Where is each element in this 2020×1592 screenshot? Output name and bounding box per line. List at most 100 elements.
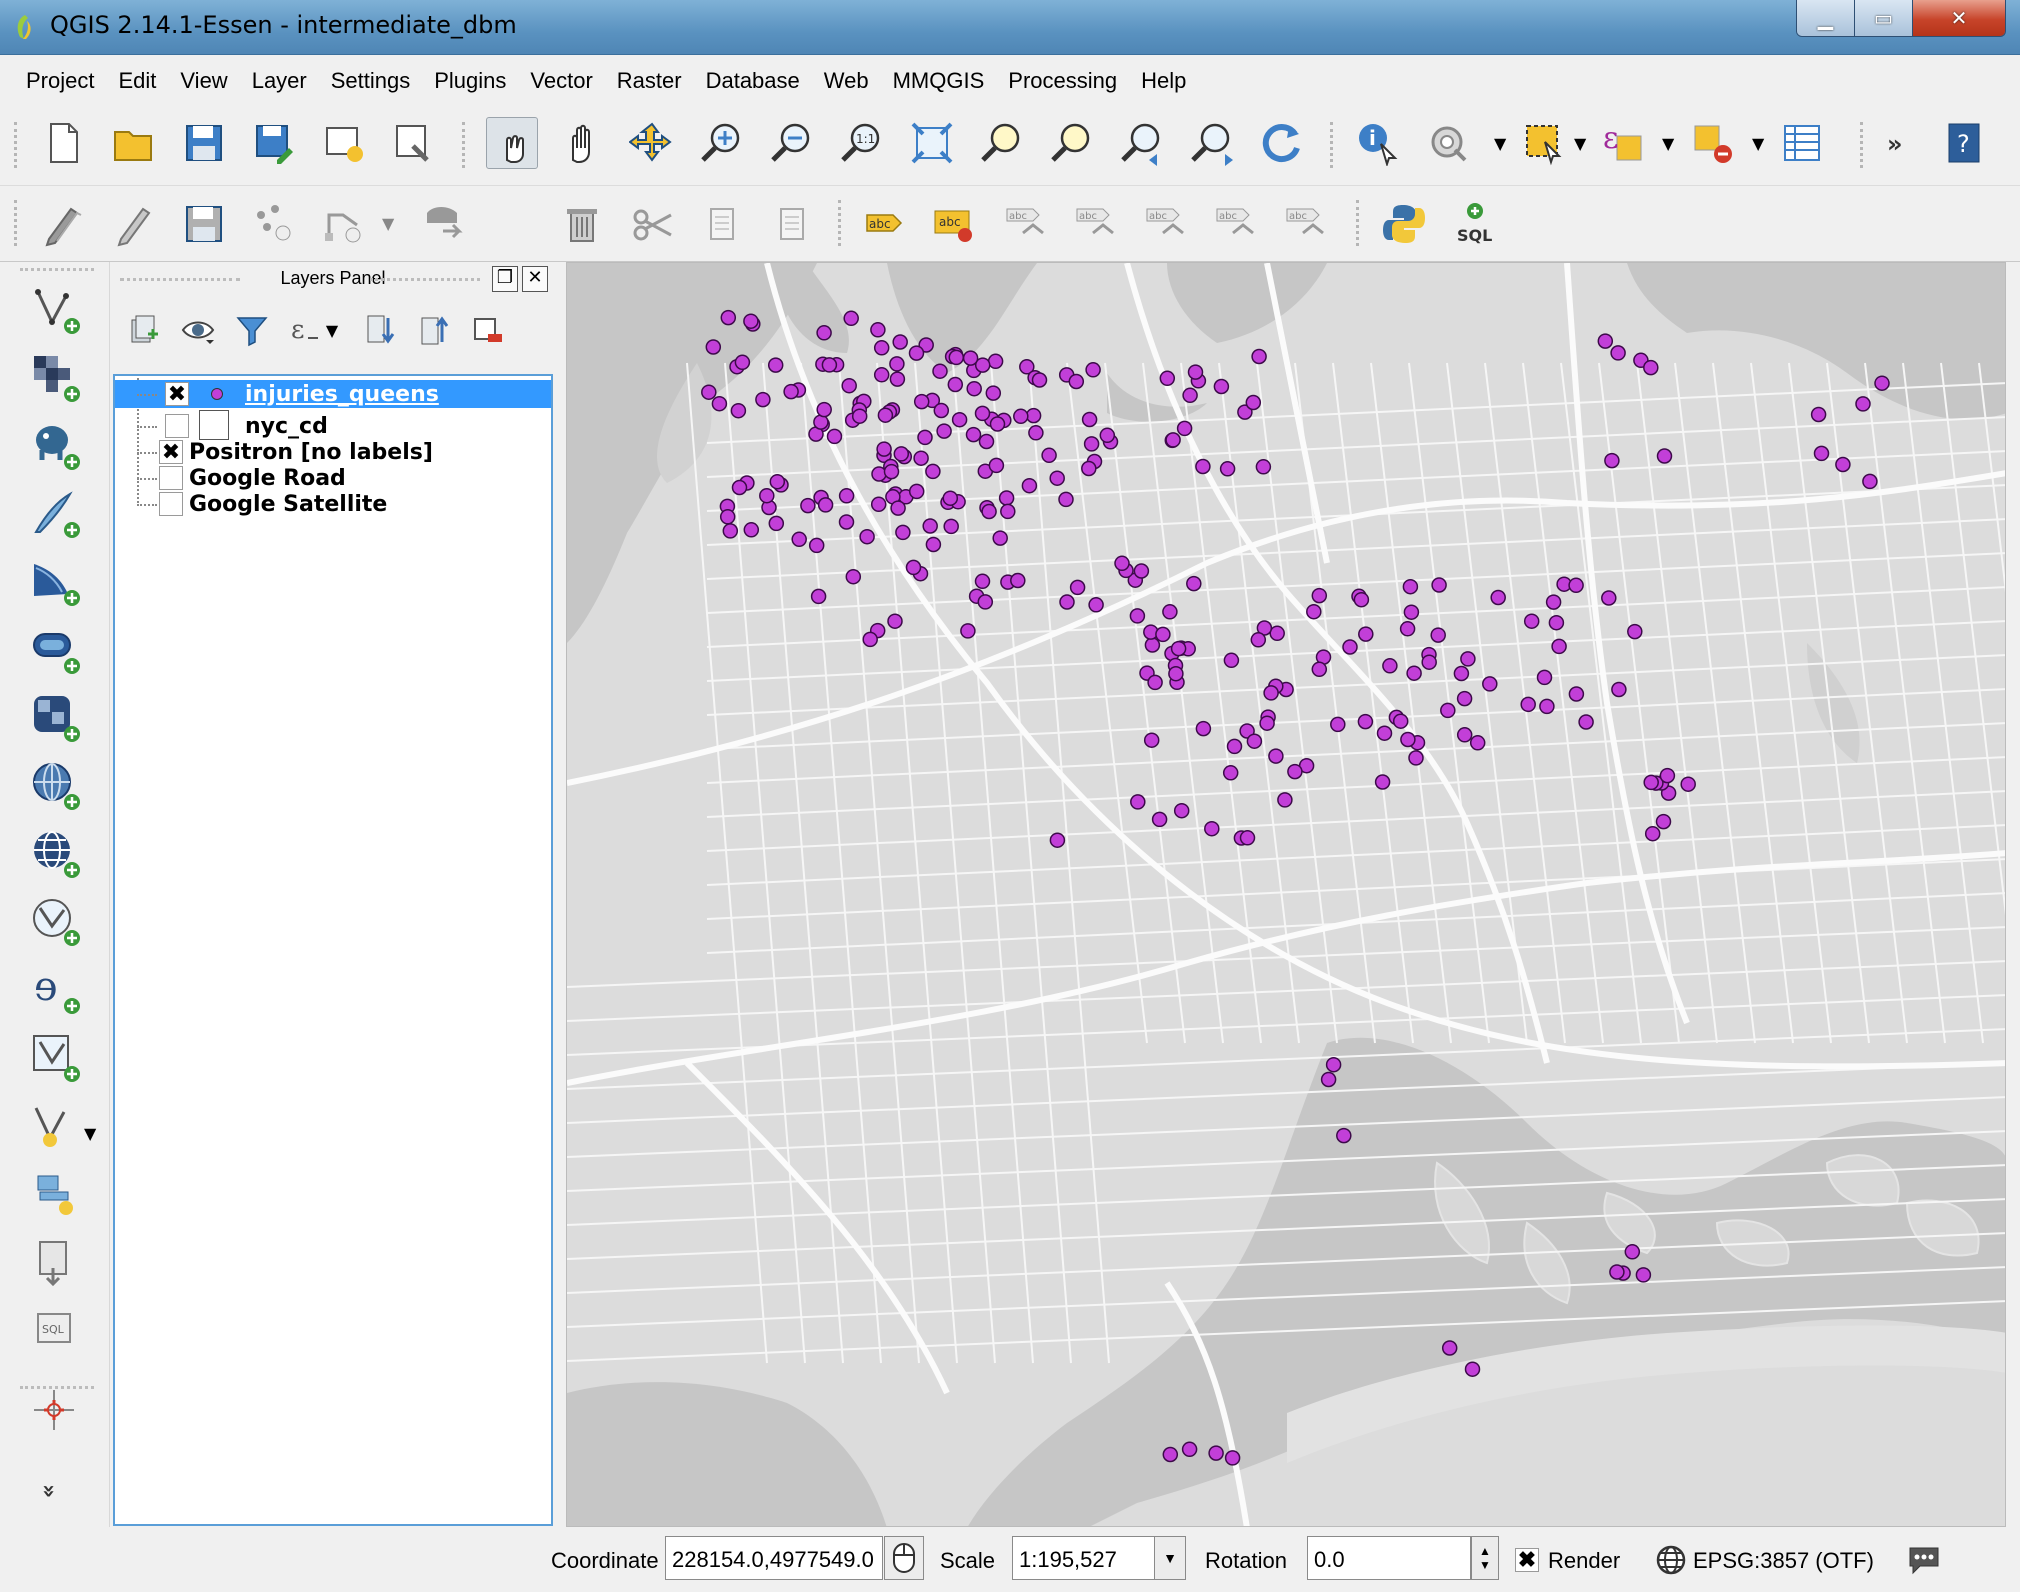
injury-point[interactable] (1810, 406, 1827, 423)
injury-point[interactable] (1643, 359, 1659, 376)
layer-labeling-button[interactable]: abc (858, 198, 910, 250)
save-edits-button[interactable] (178, 198, 230, 250)
expand-all-button[interactable] (360, 310, 400, 350)
add-mssql-layer-button[interactable] (28, 554, 84, 610)
injury-point[interactable] (913, 393, 930, 410)
injury-point[interactable] (800, 497, 816, 514)
injury-point[interactable] (1277, 792, 1293, 808)
injury-point[interactable] (974, 573, 991, 590)
injury-point[interactable] (705, 339, 722, 355)
add-vector-layer-button[interactable] (28, 282, 84, 338)
filter-legend-button[interactable] (232, 310, 272, 350)
injury-point[interactable] (851, 408, 868, 424)
maximize-button[interactable]: ▭ (1855, 0, 1913, 36)
injury-point[interactable] (769, 473, 786, 490)
layer-visibility-checkbox[interactable] (165, 414, 189, 438)
coordinate-field[interactable]: 228154.0,4977549.0 (665, 1536, 883, 1580)
injury-point[interactable] (1021, 477, 1038, 494)
injury-point[interactable] (1376, 725, 1393, 741)
injury-point[interactable] (1162, 1446, 1179, 1463)
injury-point[interactable] (974, 405, 991, 422)
injury-point[interactable] (987, 353, 1004, 370)
injury-point[interactable] (1159, 370, 1176, 387)
more-tools-button[interactable]: » (1872, 117, 1924, 169)
crs-globe-icon[interactable] (1655, 1544, 1687, 1582)
collapse-all-button[interactable] (414, 310, 454, 350)
new-print-composer-button[interactable] (318, 117, 370, 169)
select-features-button[interactable] (1518, 117, 1570, 169)
injury-point[interactable] (791, 531, 807, 548)
injury-point[interactable] (1168, 665, 1184, 682)
injury-point[interactable] (873, 340, 890, 356)
injury-point[interactable] (933, 402, 950, 419)
rotation-stepper[interactable]: ▲ ▼ (1471, 1536, 1499, 1580)
injury-point[interactable] (1311, 587, 1328, 604)
open-project-button[interactable] (108, 117, 160, 169)
menu-raster[interactable]: Raster (605, 68, 694, 94)
injury-point[interactable] (1453, 665, 1470, 682)
injury-point[interactable] (1604, 452, 1620, 469)
injury-point[interactable] (1609, 1264, 1625, 1280)
injury-point[interactable] (1133, 563, 1150, 579)
composer-manager-button[interactable] (388, 117, 440, 169)
injury-point[interactable] (1456, 727, 1473, 743)
injury-point[interactable] (1041, 447, 1057, 464)
injury-point[interactable] (925, 536, 942, 553)
injury-point[interactable] (947, 376, 964, 393)
injury-point[interactable] (1421, 654, 1437, 670)
injury-point[interactable] (1320, 1071, 1337, 1088)
injury-point[interactable] (1059, 594, 1075, 610)
injury-point[interactable] (1186, 575, 1202, 592)
injury-point[interactable] (1460, 651, 1476, 667)
injury-point[interactable] (1357, 713, 1374, 730)
chevron-down-icon[interactable]: ▼ (382, 214, 394, 233)
new-spatialite-button[interactable] (28, 1098, 84, 1154)
injury-point[interactable] (1223, 652, 1240, 669)
injury-point[interactable] (1408, 750, 1424, 766)
zoom-in-button[interactable] (696, 117, 748, 169)
injury-point[interactable] (1311, 661, 1328, 678)
injury-point[interactable] (1539, 698, 1555, 715)
injury-point[interactable] (768, 515, 785, 532)
refresh-button[interactable] (1256, 117, 1308, 169)
injury-point[interactable] (1069, 579, 1086, 596)
copy-features-button[interactable] (696, 198, 748, 250)
injury-point[interactable] (1610, 345, 1626, 361)
injury-point[interactable] (1269, 625, 1285, 642)
injury-point[interactable] (1255, 459, 1272, 475)
injury-point[interactable] (988, 457, 1005, 474)
injury-point[interactable] (1680, 776, 1696, 792)
injury-point[interactable] (1611, 681, 1627, 698)
float-panel-button[interactable]: ❐ (492, 266, 518, 292)
injury-point[interactable] (1162, 604, 1178, 620)
injury-point[interactable] (808, 537, 825, 554)
move-feature-button[interactable] (418, 198, 470, 250)
injury-point[interactable] (701, 384, 717, 400)
add-wfs-layer-button[interactable] (28, 826, 84, 882)
add-feature-button[interactable] (248, 198, 300, 250)
menu-edit[interactable]: Edit (106, 68, 168, 94)
injury-point[interactable] (1170, 640, 1187, 657)
injury-point[interactable] (813, 414, 829, 430)
injury-point[interactable] (719, 509, 736, 525)
injury-point[interactable] (1597, 333, 1614, 349)
messages-button[interactable] (1906, 1544, 1942, 1582)
injury-point[interactable] (998, 490, 1015, 506)
injury-point[interactable] (1482, 676, 1498, 692)
injury-point[interactable] (845, 568, 862, 585)
injury-point[interactable] (1181, 1441, 1198, 1458)
rotate-label-button[interactable]: abc (1208, 198, 1260, 250)
layer-row-nyc-cd[interactable]: nyc_cd (115, 410, 551, 440)
new-gpx-button[interactable] (28, 1168, 84, 1224)
current-edits-button[interactable] (38, 198, 90, 250)
injury-point[interactable] (1195, 720, 1212, 737)
injury-point[interactable] (734, 354, 751, 371)
attribute-table-button[interactable] (1776, 117, 1828, 169)
chevron-down-icon[interactable]: ▼ (1752, 134, 1764, 153)
injury-point[interactable] (873, 367, 890, 383)
injury-point[interactable] (876, 441, 892, 457)
injury-point[interactable] (1568, 577, 1584, 594)
injury-point[interactable] (1208, 1445, 1224, 1461)
injury-point[interactable] (838, 514, 855, 530)
new-shapefile-button[interactable] (28, 1030, 84, 1086)
